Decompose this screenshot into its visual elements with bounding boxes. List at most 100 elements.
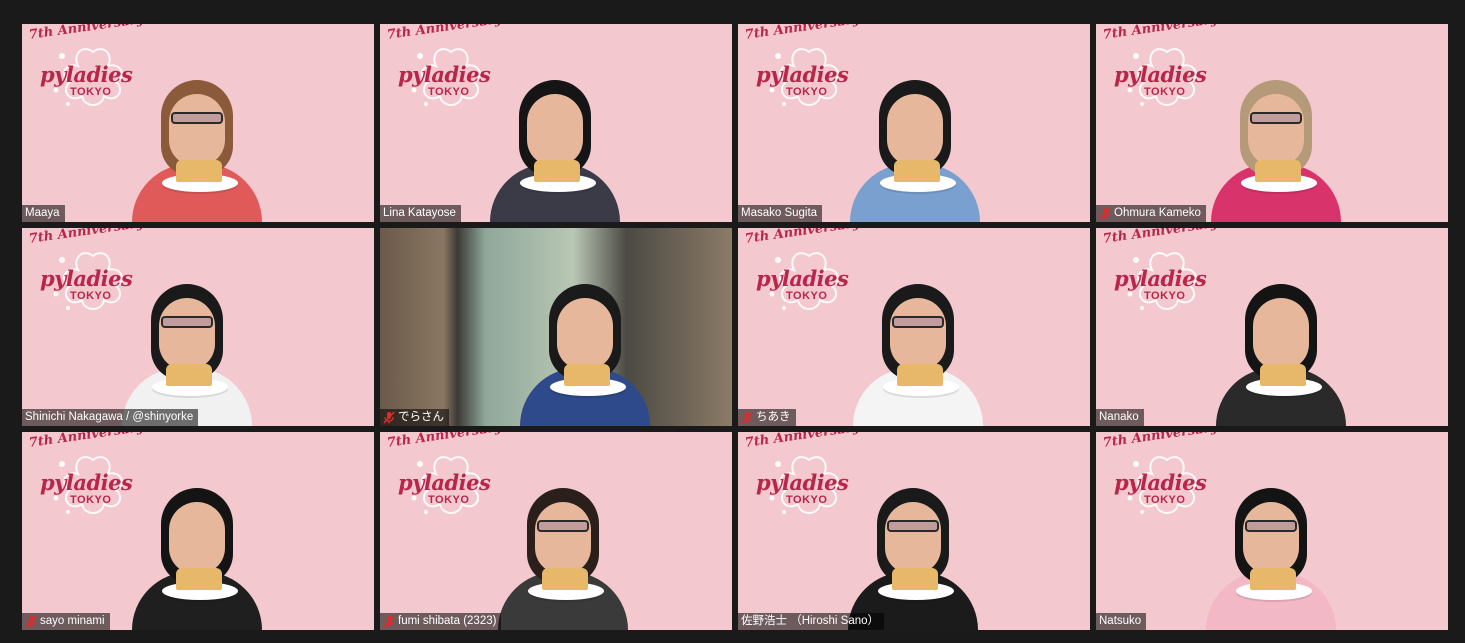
- participant-glasses: [161, 316, 213, 328]
- participant-name: 佐野浩士 （Hiroshi Sano）: [741, 615, 880, 627]
- participant-video: [850, 47, 980, 222]
- logo-tokyo: TOKYO: [70, 290, 112, 302]
- dessert: [894, 160, 940, 182]
- participant-face: [1253, 298, 1309, 370]
- dessert: [166, 364, 212, 386]
- participant-name-label: Ohmura Kameko: [1096, 205, 1206, 222]
- video-grid: 7th Anniversary pyladies TOKYO Maaya 7th…: [22, 24, 1450, 630]
- participant-name-label: Natsuko: [1096, 613, 1147, 630]
- anniversary-text: 7th Anniversary: [1102, 24, 1219, 43]
- participant-face: [1243, 502, 1299, 574]
- participant-name: ちあき: [756, 411, 791, 423]
- logo-pyladies: pyladies: [398, 62, 491, 87]
- logo-pyladies: pyladies: [1114, 266, 1207, 291]
- logo-pyladies: pyladies: [756, 62, 849, 87]
- mic-muted-icon: [383, 615, 395, 628]
- participant-face: [159, 298, 215, 370]
- participant-tile[interactable]: 7th Anniversary pyladies TOKYO Maaya: [22, 24, 374, 222]
- mic-muted-icon: [383, 411, 395, 424]
- anniversary-text: 7th Anniversary: [744, 432, 861, 451]
- logo-tokyo: TOKYO: [428, 86, 470, 98]
- dessert: [1260, 364, 1306, 386]
- participant-name-label: sayo minami: [22, 613, 110, 630]
- logo-tokyo: TOKYO: [1144, 290, 1186, 302]
- participant-tile[interactable]: 7th Anniversary pyladies TOKYO Nanako: [1096, 228, 1448, 426]
- logo-pyladies: pyladies: [40, 266, 133, 291]
- participant-name-label: Masako Sugita: [738, 205, 823, 222]
- participant-video: [132, 47, 262, 222]
- participant-video: [1211, 47, 1341, 222]
- dessert: [176, 568, 222, 590]
- participant-video: [520, 251, 650, 426]
- participant-tile[interactable]: 7th Anniversary pyladies TOKYO fumi shib…: [380, 432, 732, 630]
- participant-tile[interactable]: 7th Anniversary pyladies TOKYO Ohmura Ka…: [1096, 24, 1448, 222]
- logo-pyladies: pyladies: [40, 470, 133, 495]
- participant-face: [890, 298, 946, 370]
- participant-name: Ohmura Kameko: [1114, 207, 1201, 219]
- logo-pyladies: pyladies: [398, 470, 491, 495]
- participant-glasses: [1245, 520, 1297, 532]
- participant-tile[interactable]: 7th Anniversary pyladies TOKYO ちあき: [738, 228, 1090, 426]
- participant-video: [122, 251, 252, 426]
- participant-face: [557, 298, 613, 370]
- participant-name: Nanako: [1099, 411, 1139, 423]
- participant-tile[interactable]: 7th Anniversary pyladies TOKYO でらさん: [380, 228, 732, 426]
- participant-name: Shinichi Nakagawa / @shinyorke: [25, 411, 194, 423]
- participant-name: Lina Katayose: [383, 207, 456, 219]
- dessert: [542, 568, 588, 590]
- participant-tile[interactable]: 7th Anniversary pyladies TOKYO Masako Su…: [738, 24, 1090, 222]
- dessert: [892, 568, 938, 590]
- participant-tile[interactable]: 7th Anniversary pyladies TOKYO Lina Kata…: [380, 24, 732, 222]
- participant-face: [885, 502, 941, 574]
- anniversary-text: 7th Anniversary: [1102, 228, 1219, 247]
- participant-glasses: [537, 520, 589, 532]
- participant-face: [169, 94, 225, 166]
- dessert: [564, 364, 610, 386]
- participant-name-label: でらさん: [380, 409, 449, 426]
- pyladies-tokyo-logo: 7th Anniversary pyladies TOKYO: [1102, 228, 1232, 312]
- participant-video: [848, 455, 978, 630]
- participant-tile[interactable]: 7th Anniversary pyladies TOKYO Natsuko: [1096, 432, 1448, 630]
- participant-name: Maaya: [25, 207, 60, 219]
- participant-video: [132, 455, 262, 630]
- logo-tokyo: TOKYO: [1144, 494, 1186, 506]
- participant-tile[interactable]: 7th Anniversary pyladies TOKYO 佐野浩士 （Hir…: [738, 432, 1090, 630]
- anniversary-text: 7th Anniversary: [28, 24, 145, 43]
- participant-face: [887, 94, 943, 166]
- logo-tokyo: TOKYO: [428, 494, 470, 506]
- participant-video: [490, 47, 620, 222]
- logo-tokyo: TOKYO: [786, 290, 828, 302]
- participant-name-label: ちあき: [738, 409, 796, 426]
- mic-muted-icon: [741, 411, 753, 424]
- participant-face: [527, 94, 583, 166]
- participant-glasses: [171, 112, 223, 124]
- dessert: [534, 160, 580, 182]
- participant-name: でらさん: [398, 411, 444, 423]
- logo-tokyo: TOKYO: [70, 494, 112, 506]
- participant-video: [1216, 251, 1346, 426]
- participant-face: [169, 502, 225, 574]
- logo-tokyo: TOKYO: [70, 86, 112, 98]
- dessert: [1250, 568, 1296, 590]
- logo-pyladies: pyladies: [40, 62, 133, 87]
- participant-name-label: fumi shibata (2323): [380, 613, 502, 630]
- anniversary-text: 7th Anniversary: [386, 24, 503, 43]
- logo-pyladies: pyladies: [756, 470, 849, 495]
- participant-name: Natsuko: [1099, 615, 1142, 627]
- anniversary-text: 7th Anniversary: [744, 24, 861, 43]
- participant-name: fumi shibata (2323): [398, 615, 497, 627]
- anniversary-text: 7th Anniversary: [386, 432, 503, 451]
- anniversary-text: 7th Anniversary: [28, 432, 145, 451]
- participant-name-label: Nanako: [1096, 409, 1144, 426]
- dessert: [176, 160, 222, 182]
- participant-name-label: Maaya: [22, 205, 65, 222]
- participant-name-label: Lina Katayose: [380, 205, 461, 222]
- participant-name-label: Shinichi Nakagawa / @shinyorke: [22, 409, 199, 426]
- participant-tile[interactable]: 7th Anniversary pyladies TOKYO sayo mina…: [22, 432, 374, 630]
- participant-face: [1248, 94, 1304, 166]
- participant-tile[interactable]: 7th Anniversary pyladies TOKYO Shinichi …: [22, 228, 374, 426]
- participant-video: [1206, 455, 1336, 630]
- participant-video: [853, 251, 983, 426]
- logo-tokyo: TOKYO: [1144, 86, 1186, 98]
- participant-glasses: [887, 520, 939, 532]
